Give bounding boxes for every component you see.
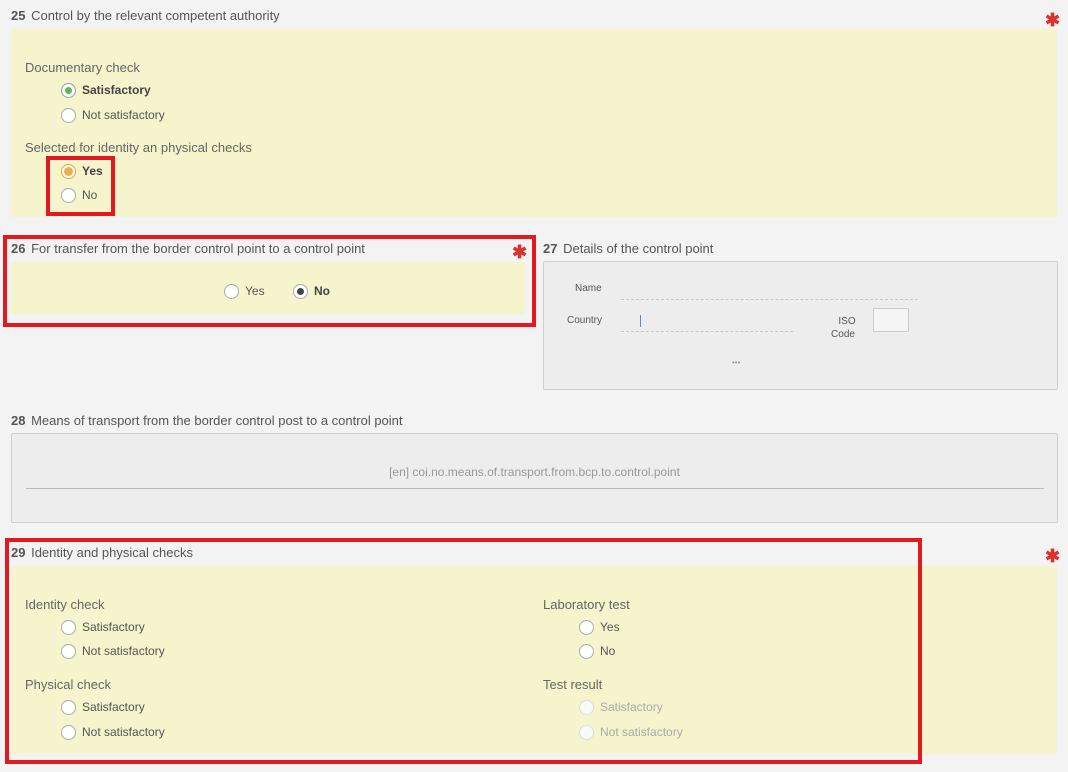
documentary-satisfactory-radio[interactable]: Satisfactory [61, 81, 151, 99]
required-icon: ✱ [1045, 10, 1061, 30]
transport-placeholder: [en] coi.no.means.of.transport.from.bcp.… [389, 465, 680, 479]
radio-icon [61, 187, 76, 203]
country-input[interactable] [621, 310, 793, 332]
radio-checked-icon [293, 283, 308, 299]
iso-label: ISO [838, 316, 856, 327]
section-number: 27 [543, 241, 558, 256]
identity-no-radio[interactable]: No [61, 186, 97, 204]
section-26-panel: Yes No [11, 262, 525, 314]
highlight-box [5, 538, 922, 764]
section-number: 26 [11, 241, 26, 256]
option-label: Satisfactory [82, 83, 151, 97]
section-number: 25 [11, 8, 26, 23]
identity-yes-radio[interactable]: Yes [61, 162, 103, 180]
transfer-no-radio[interactable]: No [293, 282, 330, 300]
radio-checked-icon [61, 82, 76, 98]
option-label: No [82, 188, 98, 202]
section-number: 28 [11, 413, 26, 428]
documentary-check-label: Documentary check [25, 60, 140, 75]
section-label: Details of the control point [563, 241, 714, 256]
option-label: Not satisfactory [82, 108, 165, 122]
radio-icon [224, 283, 239, 299]
section-28-title: 28 Means of transport from the border co… [11, 413, 403, 428]
documentary-not-satisfactory-radio[interactable]: Not satisfactory [61, 106, 165, 124]
section-27-panel: Name Country ISO Code ••• [543, 261, 1058, 390]
section-25-title: 25 Control by the relevant competent aut… [11, 8, 280, 23]
iso-code-input[interactable] [873, 308, 909, 332]
section-26-title: 26 For transfer from the border control … [11, 241, 365, 256]
radio-checked-icon [61, 163, 76, 179]
divider [26, 488, 1044, 489]
required-icon: ✱ [512, 242, 528, 262]
required-icon: ✱ [1045, 546, 1061, 566]
identity-selection-label: Selected for identity an physical checks [25, 140, 252, 155]
name-label: Name [575, 283, 602, 294]
section-label: Means of transport from the border contr… [31, 413, 403, 428]
section-27-title: 27 Details of the control point [543, 241, 713, 256]
country-label: Country [567, 315, 603, 326]
name-input[interactable] [621, 278, 918, 300]
text-cursor [640, 315, 641, 327]
section-28-panel: [en] coi.no.means.of.transport.from.bcp.… [11, 433, 1058, 523]
section-label: Control by the relevant competent author… [31, 8, 280, 23]
more-icon[interactable]: ••• [732, 358, 740, 367]
option-label: Yes [245, 284, 265, 298]
section-25-panel: Documentary check Satisfactory Not satis… [11, 29, 1057, 217]
option-label: Yes [82, 164, 103, 178]
code-label: Code [831, 329, 855, 340]
section-label: For transfer from the border control poi… [31, 241, 365, 256]
option-label: No [314, 284, 330, 298]
radio-icon [61, 107, 76, 123]
transfer-yes-radio[interactable]: Yes [224, 282, 265, 300]
